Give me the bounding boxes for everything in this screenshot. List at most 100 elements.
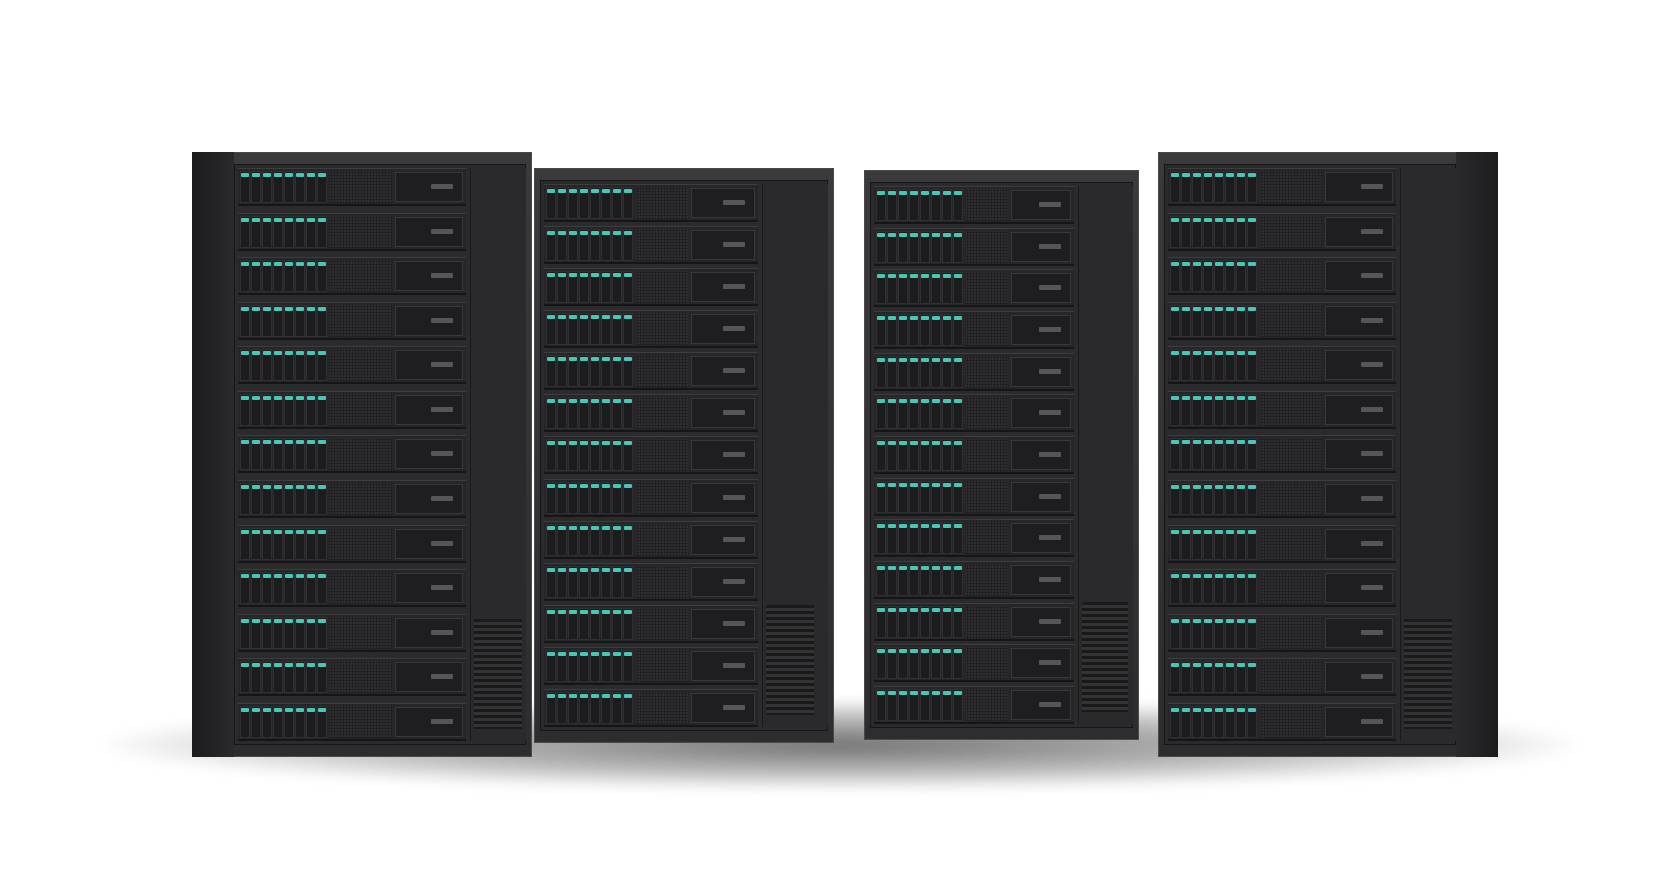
drive-bay [898,230,908,263]
drive-bay [295,215,305,248]
drive-bay [909,563,919,596]
drive-bay [931,480,941,513]
drive-bay [1181,304,1191,337]
rack-front-panel [870,182,1133,728]
drive-bay-row [240,661,327,694]
drive-bay [953,563,963,596]
drive-bay [546,607,556,640]
drive-bay [942,189,952,221]
server-unit [238,212,466,251]
drive-bay [876,688,886,721]
drive-bay [284,661,294,694]
drive-bay-row [546,229,633,262]
drive-bay [1247,171,1257,203]
drive-bay [931,397,941,430]
drive-bay-row [240,349,327,382]
drive-bay [590,523,600,556]
drive-bay-row [876,230,963,263]
drive-bay [1181,438,1191,471]
drive-bay [1170,171,1180,203]
mesh-panel [966,647,1008,680]
server-unit [1168,168,1396,206]
drive-bay [262,215,272,248]
drive-bay [920,438,930,471]
drive-bay [557,649,567,682]
drive-bay [876,230,886,263]
server-module [395,172,463,202]
drive-bay [909,189,919,221]
drive-bay [590,439,600,472]
drive-bay [546,313,556,346]
drive-bay [1214,438,1224,471]
drive-bay [240,215,250,248]
drive-bay [262,572,272,605]
drive-bay [909,480,919,513]
server-unit [874,394,1074,433]
drive-bay [931,313,941,346]
drive-bay [1225,393,1235,426]
drive-bay [1225,349,1235,382]
drive-bay [306,527,316,560]
mesh-panel [636,649,688,682]
drive-bay [920,563,930,596]
drive-bay [1203,215,1213,248]
drive-bay [317,616,327,649]
server-unit [238,658,466,697]
server-unit [874,644,1074,683]
drive-bay [306,215,316,248]
drive-bay-row [876,313,963,346]
drive-bay [920,313,930,346]
drive-bay [568,523,578,556]
drive-bay-row [240,260,327,293]
drive-bay [1225,705,1235,738]
server-unit [544,310,758,349]
server-rack-2 [534,168,834,743]
drive-bay [1181,661,1191,694]
drive-bay [601,481,611,514]
server-module [1325,350,1393,381]
drive-bay [623,523,633,556]
server-unit [1168,257,1396,296]
server-module [395,305,463,336]
drive-bay [1170,572,1180,605]
drive-bay [953,522,963,555]
server-unit [874,352,1074,391]
drive-bay [240,705,250,738]
drive-bay [251,438,261,471]
drive-bay [623,355,633,388]
mesh-panel [966,480,1008,513]
mesh-panel [966,272,1008,305]
drive-bay [942,522,952,555]
drive-bay [579,355,589,388]
drive-bay [1192,393,1202,426]
drive-bay [920,688,930,721]
drive-bay [1214,572,1224,605]
server-module [395,439,463,470]
drive-bay [612,523,622,556]
drive-bay [579,607,589,640]
drive-bay [623,649,633,682]
drive-bay [1247,705,1257,738]
drive-bay [953,189,963,221]
drive-bay [317,393,327,426]
drive-bay [1247,393,1257,426]
mesh-panel [966,189,1008,221]
drive-bay [284,572,294,605]
server-unit [238,480,466,519]
drive-bay [1203,705,1213,738]
drive-bay [1203,483,1213,516]
server-module [1011,398,1071,429]
drive-bay [1247,349,1257,382]
drive-bay-row [1170,260,1257,293]
drive-bay [262,438,272,471]
drive-bay [1236,616,1246,649]
mesh-panel [1260,393,1322,426]
server-module [691,440,755,471]
drive-bay [1170,616,1180,649]
drive-bay-row [240,572,327,605]
drive-bay [887,230,897,263]
drive-bay [1225,572,1235,605]
mesh-panel [330,527,392,560]
drive-bay [942,563,952,596]
server-unit [1168,390,1396,429]
